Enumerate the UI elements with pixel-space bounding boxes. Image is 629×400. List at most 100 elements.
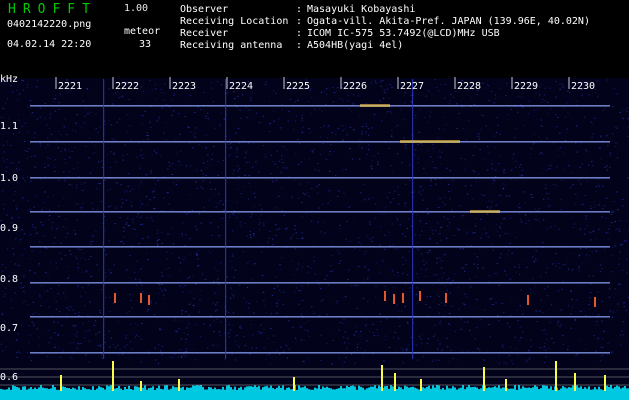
histogram-bar — [566, 388, 568, 391]
histogram-bar — [332, 389, 334, 391]
histogram-bar — [298, 385, 300, 391]
histogram-bar — [198, 385, 200, 391]
histogram-bar — [10, 389, 12, 391]
histogram-bar — [544, 385, 546, 391]
histogram-bar — [170, 388, 172, 391]
histogram-bar — [180, 387, 182, 391]
histogram-bar — [438, 385, 440, 391]
histogram-bar — [166, 385, 168, 391]
histogram-bar — [270, 385, 272, 391]
meteor-echo — [360, 104, 390, 107]
histogram-bar — [592, 389, 594, 391]
histogram-bar — [514, 385, 516, 391]
histogram-bar — [232, 389, 234, 391]
histogram-bar — [90, 389, 92, 391]
histogram-bar — [448, 388, 450, 391]
histogram-bar — [576, 385, 578, 391]
histogram-bar — [262, 387, 264, 391]
histogram-bar — [250, 386, 252, 391]
histogram-bar — [32, 389, 34, 391]
time-label: 2225 — [286, 81, 310, 92]
histogram-bar — [52, 385, 54, 391]
histogram-bar — [202, 387, 204, 391]
histogram-bar — [248, 386, 250, 391]
histogram-bar — [364, 389, 366, 391]
histogram-bar — [600, 389, 602, 391]
histogram-bar — [68, 388, 70, 391]
histogram-bar — [512, 388, 514, 391]
histogram-bar — [432, 385, 434, 391]
histogram-bar — [502, 387, 504, 391]
histogram-bar — [106, 385, 108, 391]
histogram-bar — [614, 386, 616, 391]
receiver-value: ICOM IC-575 53.7492(@LCD)MHz USB — [307, 28, 500, 39]
histogram-bar — [376, 388, 378, 391]
histogram-bar — [340, 386, 342, 391]
time-label: 2230 — [571, 81, 595, 92]
histogram-bar — [488, 387, 490, 391]
histogram-bar — [384, 386, 386, 391]
histogram-bar — [206, 389, 208, 391]
histogram-bar — [450, 388, 452, 391]
histogram-bar — [456, 389, 458, 391]
histogram-bar — [6, 389, 8, 391]
meteor-echo — [594, 297, 596, 307]
histogram-bar — [236, 390, 238, 391]
meteor-echo — [393, 294, 395, 304]
histogram-bar — [172, 386, 174, 391]
histogram-bar — [496, 387, 498, 391]
histogram-bar — [486, 388, 488, 391]
histogram-bar — [116, 388, 118, 391]
histogram-bar — [88, 389, 90, 391]
histogram-bar — [220, 389, 222, 391]
histogram-bar — [142, 387, 144, 391]
histogram-bar — [150, 387, 152, 391]
histogram-bar — [204, 389, 206, 391]
frequency-label: 1.1 — [0, 121, 18, 132]
frequency-label: 1.0 — [0, 173, 18, 184]
histogram-bar — [362, 387, 364, 391]
histogram-bar — [426, 386, 428, 391]
histogram-bar — [34, 387, 36, 391]
histogram-bar — [244, 387, 246, 391]
observer-colon: : — [296, 4, 303, 15]
histogram-bar — [446, 385, 448, 391]
histogram-bar — [586, 388, 588, 391]
histogram-bar — [86, 389, 88, 391]
histogram-bar — [508, 388, 510, 391]
frequency-label: 0.7 — [0, 323, 18, 334]
histogram-bar — [468, 385, 470, 391]
histogram-bar — [122, 390, 124, 391]
histogram-bar — [190, 387, 192, 391]
histogram-bar — [560, 388, 562, 391]
histogram-bar — [50, 388, 52, 391]
histogram-bar — [288, 387, 290, 391]
histogram-bar — [466, 387, 468, 391]
histogram-bar — [100, 387, 102, 391]
histogram-peak — [293, 377, 295, 391]
histogram-bar — [596, 389, 598, 391]
histogram-bar — [284, 389, 286, 391]
histogram-bar — [346, 385, 348, 391]
meteor-echo — [445, 293, 447, 303]
time-label: 2223 — [172, 81, 196, 92]
histogram-bar — [414, 387, 416, 391]
histogram-bar — [264, 386, 266, 391]
meteor-echo — [140, 293, 142, 303]
histogram-bar — [82, 387, 84, 391]
histogram-bar — [176, 387, 178, 391]
time-label: 2224 — [229, 81, 253, 92]
file-name: 0402142220.png — [7, 19, 92, 30]
histogram-bar — [84, 388, 86, 391]
histogram-bar — [428, 385, 430, 391]
histogram-bar — [102, 387, 104, 391]
histogram-bar — [40, 385, 42, 391]
histogram-peak — [112, 361, 114, 391]
histogram-bar — [154, 390, 156, 391]
histogram-bar — [528, 387, 530, 391]
histogram-bar — [254, 385, 256, 391]
histogram-bar — [134, 386, 136, 391]
histogram-bar — [570, 387, 572, 391]
histogram-bar — [286, 387, 288, 391]
histogram-peak — [140, 381, 142, 391]
